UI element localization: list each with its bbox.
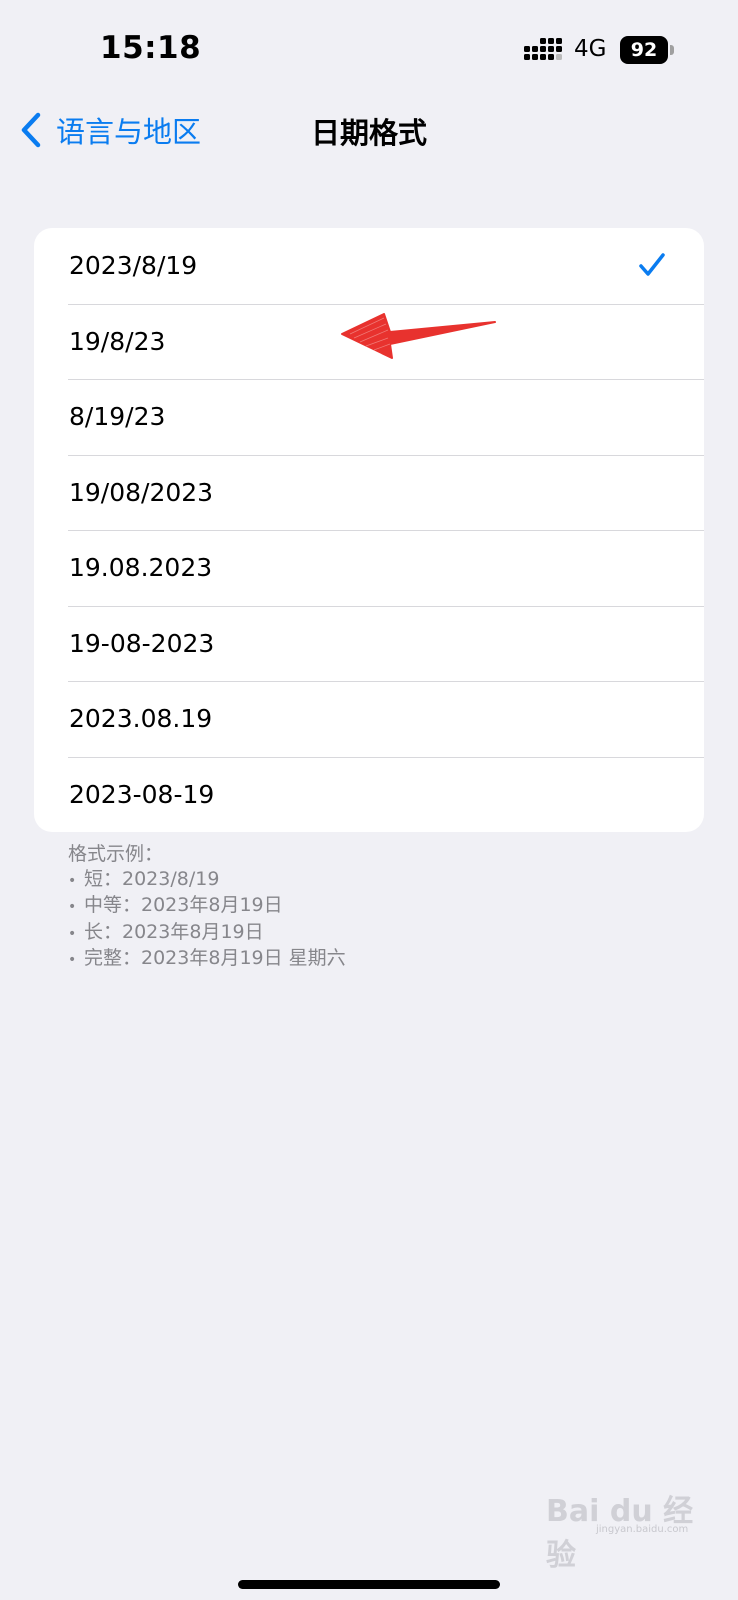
network-type: 4G (574, 36, 607, 62)
list-item-date-format[interactable]: 2023.08.19 (34, 681, 704, 757)
date-format-label: 8/19/23 (69, 402, 166, 432)
red-arrow-icon (341, 313, 496, 359)
status-bar: 15:18 4G 92 (0, 0, 738, 100)
date-format-label: 19/8/23 (69, 326, 166, 356)
date-format-label: 19.08.2023 (69, 553, 213, 583)
home-indicator[interactable] (238, 1580, 500, 1589)
bullet-icon: • (68, 925, 77, 942)
examples-heading: 格式示例： (68, 843, 164, 865)
example-text: 中等：2023年8月19日 (84, 894, 283, 916)
checkmark-icon (639, 253, 665, 276)
bullet-icon: • (68, 899, 77, 915)
example-line: • 短：2023/8/19 (68, 867, 346, 894)
date-format-label: 19-08-2023 (69, 628, 215, 658)
date-format-label: 2023/8/19 (69, 251, 198, 281)
list-item-date-format[interactable]: 19.08.2023 (34, 530, 704, 606)
example-line: • 长：2023年8月19日 (68, 920, 346, 947)
page-title: 日期格式 (310, 116, 427, 150)
battery-icon: 92 (620, 36, 674, 64)
date-format-label: 2023.08.19 (69, 704, 213, 734)
bullet-icon: • (68, 872, 77, 889)
battery-level: 92 (620, 36, 668, 64)
list-item-date-format[interactable]: 19/08/2023 (34, 454, 704, 531)
example-line: • 中等：2023年8月19日 (68, 893, 346, 920)
example-text: 完整：2023年8月19日 星期六 (84, 947, 346, 969)
list-item-date-format[interactable]: 2023-08-19 (34, 756, 704, 833)
list-item-date-format[interactable]: 2023/8/19 (34, 228, 704, 304)
date-format-label: 2023-08-19 (69, 779, 215, 809)
example-text: 长：2023年8月19日 (84, 920, 264, 943)
battery-tip (670, 45, 674, 55)
baidu-watermark: Bai du 经验 jingyan.baidu.com (546, 1478, 716, 1573)
list-item-date-format[interactable]: 8/19/23 (34, 379, 704, 455)
signal-bars-icon (524, 38, 562, 60)
list-item-date-format[interactable]: 19-08-2023 (34, 605, 704, 682)
example-text: 短：2023/8/19 (84, 867, 220, 890)
watermark-sub: jingyan.baidu.com (596, 1524, 689, 1535)
bullet-icon: • (68, 952, 77, 968)
example-line: • 完整：2023年8月19日 星期六 (68, 946, 346, 973)
format-examples: 格式示例： • 短：2023/8/19 • 中等：2023年8月19日 • 长：202… (68, 842, 346, 973)
date-format-label: 19/08/2023 (69, 477, 214, 507)
status-time: 15:18 (100, 30, 202, 66)
